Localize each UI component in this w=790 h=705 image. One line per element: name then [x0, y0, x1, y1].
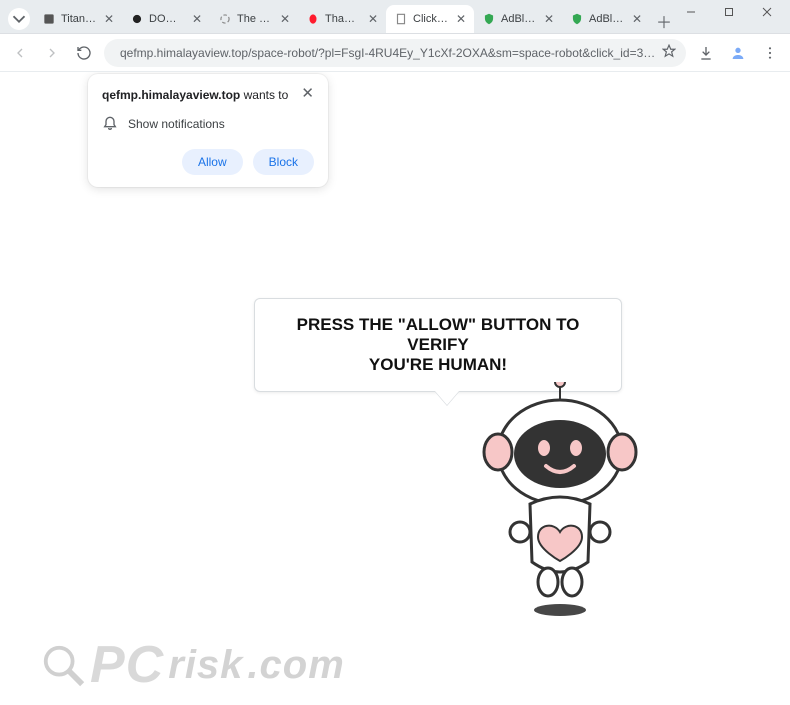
tab-adblock-2[interactable]: AdBlock ✕ [562, 5, 650, 33]
tab-label: Thank yo [325, 13, 361, 25]
prompt-domain: qefmp.himalayaview.top [102, 88, 240, 102]
film-icon [42, 12, 56, 26]
shield-icon [570, 12, 584, 26]
tab-penguin[interactable]: The Pen ✕ [210, 5, 298, 33]
url-text: qefmp.himalayaview.top/space-robot/?pl=F… [120, 46, 656, 60]
maximize-button[interactable] [710, 0, 748, 24]
prompt-wants: wants to [240, 88, 288, 102]
tabs-search-icon[interactable] [8, 8, 30, 30]
minimize-button[interactable] [672, 0, 710, 24]
tab-label: Click "All [413, 13, 449, 25]
downloads-icon[interactable] [694, 41, 718, 65]
tab-thankyou[interactable]: Thank yo ✕ [298, 5, 386, 33]
pcrisk-watermark: PCrisk.com [40, 635, 345, 695]
bell-icon [102, 114, 118, 133]
tab-click-allow[interactable]: Click "All ✕ [386, 5, 474, 33]
speech-bubble: PRESS THE "ALLOW" BUTTON TO VERIFY YOU'R… [254, 298, 622, 392]
page-icon [394, 12, 408, 26]
prompt-text: qefmp.himalayaview.top wants to [102, 88, 288, 102]
watermark-dotcom: .com [247, 643, 344, 688]
robot-illustration [460, 382, 660, 622]
close-icon[interactable]: ✕ [366, 12, 380, 26]
magnifier-icon [40, 642, 86, 688]
watermark-pc: PC [90, 635, 164, 695]
shield-icon [482, 12, 496, 26]
prompt-permission-label: Show notifications [128, 117, 225, 131]
close-icon[interactable]: ✕ [190, 12, 204, 26]
tab-titanic[interactable]: Titanic (1 ✕ [34, 5, 122, 33]
back-button[interactable] [8, 41, 32, 65]
block-button[interactable]: Block [253, 149, 314, 175]
forward-button[interactable] [40, 41, 64, 65]
close-icon[interactable]: ✕ [454, 12, 468, 26]
browser-toolbar: qefmp.himalayaview.top/space-robot/?pl=F… [0, 34, 790, 72]
tab-label: The Pen [237, 13, 273, 25]
window-close-button[interactable] [748, 0, 786, 24]
prompt-permission-row: Show notifications [102, 114, 314, 133]
reload-button[interactable] [72, 41, 96, 65]
tab-label: DOWNLO [149, 13, 185, 25]
bookmark-icon[interactable] [662, 44, 676, 61]
close-icon[interactable]: ✕ [542, 12, 556, 26]
kebab-menu-icon[interactable] [758, 41, 782, 65]
tab-label: AdBlock [589, 13, 625, 25]
browser-titlebar: Titanic (1 ✕ DOWNLO ✕ The Pen ✕ Thank yo… [0, 0, 790, 34]
tab-label: AdBlock [501, 13, 537, 25]
circle-icon [130, 12, 144, 26]
opera-icon [306, 12, 320, 26]
tab-label: Titanic (1 [61, 13, 97, 25]
spinner-icon [218, 12, 232, 26]
speech-line-2: YOU'RE HUMAN! [273, 355, 603, 375]
close-icon[interactable]: ✕ [102, 12, 116, 26]
close-icon[interactable]: ✕ [630, 12, 644, 26]
watermark-risk: risk [168, 643, 243, 688]
allow-button[interactable]: Allow [182, 149, 243, 175]
close-icon[interactable]: ✕ [278, 12, 292, 26]
tab-adblock-1[interactable]: AdBlock ✕ [474, 5, 562, 33]
tab-download[interactable]: DOWNLO ✕ [122, 5, 210, 33]
address-bar[interactable]: qefmp.himalayaview.top/space-robot/?pl=F… [104, 39, 686, 67]
page-viewport: qefmp.himalayaview.top wants to ✕ Show n… [0, 72, 790, 705]
close-icon[interactable]: ✕ [301, 88, 314, 100]
notification-permission-prompt: qefmp.himalayaview.top wants to ✕ Show n… [88, 74, 328, 187]
profile-avatar-icon[interactable] [726, 41, 750, 65]
window-controls [672, 0, 786, 28]
speech-line-1: PRESS THE "ALLOW" BUTTON TO VERIFY [273, 315, 603, 355]
